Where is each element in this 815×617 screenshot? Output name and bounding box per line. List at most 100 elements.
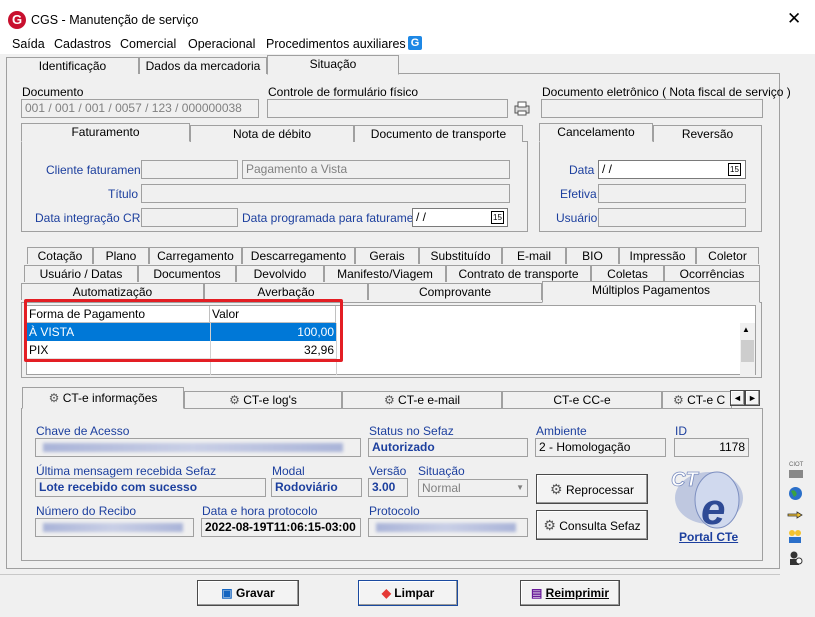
tab-bio[interactable]: BIO <box>566 247 619 264</box>
gear-icon: ⚙ <box>550 481 563 497</box>
tab-documentos[interactable]: Documentos <box>138 265 236 282</box>
tab-cancelamento[interactable]: Cancelamento <box>539 123 653 142</box>
last-message-label: Última mensagem recebida Sefaz <box>36 464 217 478</box>
gear-icon: ⚙ <box>543 517 556 533</box>
gear-icon: ⚙ <box>383 393 395 407</box>
printer-icon: ▤ <box>530 586 543 600</box>
tab-comprovante[interactable]: Comprovante <box>368 283 542 300</box>
document-label: Documento <box>22 85 84 99</box>
close-icon[interactable]: ✕ <box>787 10 801 27</box>
ciot-icon[interactable]: CIOT <box>789 462 803 468</box>
tab-coletas[interactable]: Coletas <box>591 265 664 282</box>
tab-nota-debito[interactable]: Nota de débito <box>190 125 354 142</box>
globe-icon[interactable] <box>788 486 803 501</box>
tab-automatizacao[interactable]: Automatização <box>21 283 204 300</box>
scheduled-label: Data programada para faturamento <box>242 211 431 225</box>
tab-plano[interactable]: Plano <box>93 247 149 264</box>
tab-dados-mercadoria[interactable]: Dados da mercadoria <box>139 57 267 74</box>
menu-comercial[interactable]: Comercial <box>120 37 176 51</box>
tab-contrato-transporte[interactable]: Contrato de transporte <box>446 265 591 282</box>
tab-label: E-mail <box>516 249 551 263</box>
tab-label: Nota de débito <box>232 127 312 141</box>
tab-substituido[interactable]: Substituído <box>419 247 502 264</box>
tab-scroll-right-icon[interactable]: ► <box>745 390 760 406</box>
tab-cotacao[interactable]: Cotação <box>27 247 93 264</box>
tab-manifesto-viagem[interactable]: Manifesto/Viagem <box>324 265 446 282</box>
tab-documento-transporte[interactable]: Documento de transporte <box>354 125 523 142</box>
menu-operacional[interactable]: Operacional <box>188 37 255 51</box>
calendar-icon[interactable]: 15 <box>491 211 504 224</box>
tab-gerais[interactable]: Gerais <box>355 247 419 264</box>
tab-label: CT-e CC-e <box>553 393 611 407</box>
clear-button[interactable]: ◆ Limpar <box>358 580 458 606</box>
reprocess-button[interactable]: ⚙ Reprocessar <box>536 474 648 504</box>
tab-devolvido[interactable]: Devolvido <box>236 265 324 282</box>
calendar-icon[interactable]: 15 <box>728 163 741 176</box>
tab-coletor[interactable]: Coletor <box>696 247 759 264</box>
redacted-value <box>43 523 183 532</box>
tab-situacao[interactable]: Situação <box>267 55 399 75</box>
last-message-field: Lote recebido com sucesso <box>35 478 266 497</box>
tab-identificacao[interactable]: Identificação <box>6 57 139 74</box>
situation-select[interactable]: Normal ▼ <box>418 479 528 497</box>
tab-carregamento[interactable]: Carregamento <box>149 247 242 264</box>
portal-cte-logo[interactable]: CT e <box>665 460 749 532</box>
client-label: Cliente faturamento <box>46 163 151 177</box>
g-app-icon[interactable]: G <box>408 36 422 50</box>
tab-label: Cotação <box>37 249 83 263</box>
printer-icon[interactable] <box>513 100 531 116</box>
tab-email[interactable]: E-mail <box>502 247 566 264</box>
edoc-label: Documento eletrônico ( Nota fiscal de se… <box>542 85 791 99</box>
tab-cte-informacoes[interactable]: ⚙ CT-e informações <box>22 387 184 409</box>
tab-label: BIO <box>582 249 603 263</box>
menu-cadastros[interactable]: Cadastros <box>54 37 111 51</box>
tab-label: Coletor <box>708 249 747 263</box>
save-button[interactable]: ▣ Gravar <box>197 580 299 606</box>
person-search-icon[interactable] <box>787 550 803 566</box>
menu-saida[interactable]: Saída <box>12 37 45 51</box>
title-field <box>141 184 510 203</box>
cancel-date-field[interactable]: / / <box>598 160 746 179</box>
tab-usuario-datas[interactable]: Usuário / Datas <box>24 265 138 282</box>
tab-descarregamento[interactable]: Descarregamento <box>242 247 355 264</box>
tab-label: Usuário / Datas <box>39 267 123 281</box>
status-label: Status no Sefaz <box>369 424 454 438</box>
tab-label: Plano <box>105 249 137 263</box>
tab-label: Manifesto/Viagem <box>337 267 433 281</box>
portal-cte-link[interactable]: Portal CTe <box>679 530 738 544</box>
pointing-hand-icon[interactable] <box>787 508 803 522</box>
vertical-scrollbar[interactable]: ▲ <box>740 323 755 375</box>
tab-faturamento[interactable]: Faturamento <box>21 123 190 142</box>
tab-averbacao[interactable]: Averbação <box>204 283 368 300</box>
environment-field: 2 - Homologação <box>535 438 666 457</box>
tab-label: Carregamento <box>157 249 234 263</box>
tab-label: CT-e e-mail <box>398 393 461 407</box>
tab-multiplos-pagamentos[interactable]: Múltiplos Pagamentos <box>542 281 760 303</box>
tab-cte-more[interactable]: ⚙ CT-e C <box>662 391 732 408</box>
tab-label: Dados da mercadoria <box>145 59 261 73</box>
tab-impressao[interactable]: Impressão <box>619 247 696 264</box>
tab-cte-email[interactable]: ⚙ CT-e e-mail <box>342 391 502 408</box>
tab-scroll-left-icon[interactable]: ◄ <box>730 390 745 406</box>
crc-label: Data integração CRC <box>35 211 150 225</box>
people-icon[interactable] <box>787 528 803 544</box>
tab-label: Faturamento <box>71 125 140 139</box>
tab-label: Automatização <box>72 285 153 299</box>
reprint-button[interactable]: ▤ Reimprimir <box>520 580 620 606</box>
menu-procedimentos[interactable]: Procedimentos auxiliares <box>266 37 406 51</box>
consult-label: Consulta Sefaz <box>559 519 641 533</box>
tab-ocorrencias[interactable]: Ocorrências <box>664 265 760 282</box>
scroll-up-icon[interactable]: ▲ <box>742 325 750 334</box>
tab-cte-logs[interactable]: ⚙ CT-e log's <box>184 391 342 408</box>
chevron-down-icon[interactable]: ▼ <box>516 480 524 496</box>
situation-label: Situação <box>418 464 465 478</box>
consult-sefaz-button[interactable]: ⚙ Consulta Sefaz <box>536 510 648 540</box>
tab-reversao[interactable]: Reversão <box>653 125 762 142</box>
tab-label: Identificação <box>38 59 107 73</box>
eraser-icon: ◆ <box>381 586 391 600</box>
tab-cte-cce[interactable]: CT-e CC-e <box>502 391 662 408</box>
tab-label: Situação <box>309 57 357 71</box>
situation-value: Normal <box>422 481 461 495</box>
divider <box>0 574 780 575</box>
scroll-thumb[interactable] <box>741 340 754 362</box>
